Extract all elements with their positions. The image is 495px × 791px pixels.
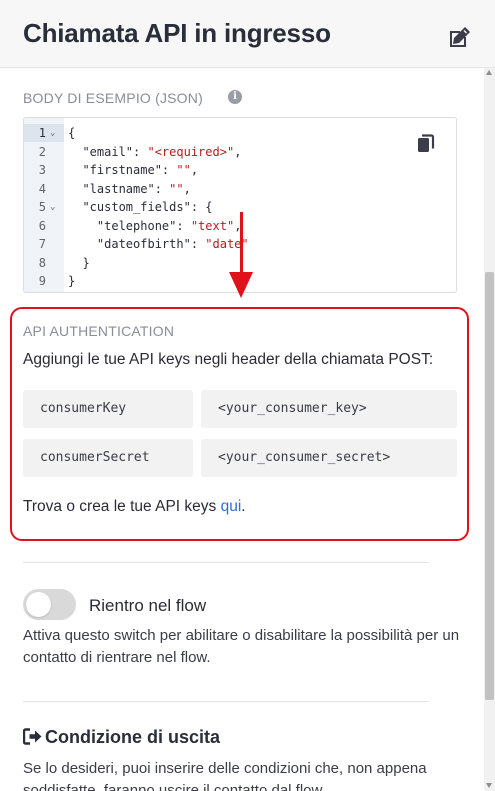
- info-icon[interactable]: i: [228, 90, 242, 104]
- code-key: "custom_fields":: [68, 200, 206, 214]
- code-token: }: [68, 255, 90, 270]
- line-number: 9: [38, 274, 46, 288]
- code-key: "lastname":: [68, 181, 170, 196]
- page-title: Chiamata API in ingresso: [23, 18, 331, 48]
- code-text: "lastname": "",: [68, 180, 191, 198]
- code-text: {: [68, 124, 75, 142]
- code-text: "telephone": "text",: [68, 217, 242, 235]
- api-keys-footer-text: Trova o crea le tue API keys: [23, 498, 221, 515]
- code-token: {: [68, 126, 76, 140]
- api-authentication-title: API AUTHENTICATION: [23, 323, 175, 339]
- code-text: "custom_fields": {: [68, 198, 213, 216]
- code-value: "text": [190, 218, 235, 233]
- scroll-up-arrow-icon[interactable]: [486, 70, 492, 75]
- code-tail: {: [205, 200, 213, 214]
- line-number: 2: [38, 144, 46, 159]
- code-text: }: [68, 254, 90, 272]
- code-key: "firstname":: [68, 163, 177, 177]
- code-value: "<required>": [147, 144, 235, 159]
- divider: [23, 562, 429, 563]
- sign-out-icon: [23, 728, 42, 745]
- annotation-arrow-line: [240, 212, 243, 274]
- annotation-arrow-down-icon: [229, 272, 253, 298]
- code-key: "telephone":: [68, 218, 191, 233]
- header-value-cell: <your_consumer_key>: [201, 390, 457, 428]
- code-text: "email": "<required>",: [68, 143, 241, 161]
- code-key: "dateofbirth":: [68, 237, 206, 251]
- code-line: 4 "lastname": "",: [24, 180, 456, 198]
- line-number: 6: [38, 218, 46, 233]
- reentry-toggle[interactable]: [23, 589, 76, 620]
- code-line: 2 "email": "<required>",: [24, 143, 456, 161]
- panel-header: Chiamata API in ingresso: [0, 0, 495, 68]
- header-name-cell: consumerKey: [23, 390, 193, 428]
- code-tail: ,: [190, 163, 199, 177]
- scroll-down-arrow-icon[interactable]: [486, 783, 492, 788]
- edit-icon[interactable]: [446, 25, 472, 51]
- example-body-label: BODY DI ESEMPIO (JSON): [23, 90, 203, 106]
- header-name-cell: consumerSecret: [23, 439, 193, 477]
- code-text: "dateofbirth": "date": [68, 235, 249, 253]
- exit-condition-description: Se lo desideri, puoi inserire delle cond…: [23, 760, 427, 791]
- reentry-toggle-label: Rientro nel flow: [89, 596, 207, 615]
- api-keys-footer-end: .: [241, 498, 246, 515]
- code-token: }: [68, 274, 76, 288]
- code-value: "": [169, 181, 184, 196]
- exit-condition-title: Condizione di uscita: [45, 727, 221, 747]
- api-keys-footer: Trova o crea le tue API keys qui.: [23, 498, 246, 516]
- line-number: 7: [38, 237, 46, 251]
- code-tail: ,: [183, 181, 191, 196]
- code-value: "": [176, 163, 191, 177]
- line-number: 5: [38, 200, 46, 214]
- reentry-description: Attiva questo switch per abilitare o dis…: [23, 627, 460, 666]
- toggle-knob: [26, 592, 51, 617]
- code-text: }: [68, 272, 75, 290]
- line-number: 4: [38, 181, 46, 196]
- line-number: 8: [38, 255, 46, 270]
- divider: [23, 701, 429, 702]
- scrollbar-thumb[interactable]: [485, 272, 494, 700]
- copy-icon[interactable]: [417, 134, 435, 154]
- fold-chevron-icon[interactable]: ⌄: [50, 124, 55, 142]
- code-key: "email":: [68, 144, 148, 159]
- code-line: 1 ⌄ {: [24, 124, 456, 142]
- code-line: 3 "firstname": "",: [24, 161, 456, 179]
- line-number: 3: [38, 163, 46, 177]
- header-value-cell: <your_consumer_secret>: [201, 439, 457, 477]
- line-number: 1: [38, 126, 46, 140]
- api-keys-link[interactable]: qui: [221, 498, 242, 515]
- code-tail: ,: [234, 144, 242, 159]
- api-authentication-description: Aggiungi le tue API keys negli header de…: [23, 351, 434, 368]
- code-text: "firstname": "",: [68, 161, 198, 179]
- fold-chevron-icon[interactable]: ⌄: [50, 198, 55, 216]
